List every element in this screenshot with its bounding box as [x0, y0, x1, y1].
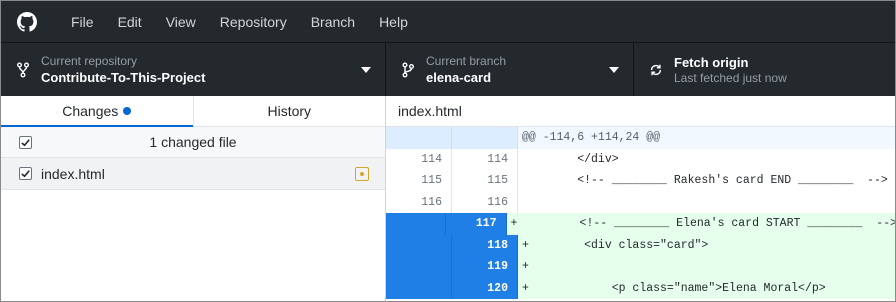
checkmark-icon	[21, 138, 30, 146]
file-include-checkbox[interactable]	[19, 167, 32, 180]
checkmark-icon	[21, 170, 30, 178]
diff-line-code	[518, 192, 895, 214]
tab-history[interactable]: History	[192, 96, 386, 126]
sidebar-tabs: Changes History	[1, 96, 385, 127]
diff-line-code: </div>	[522, 152, 619, 166]
fetch-origin-button[interactable]: Fetch origin Last fetched just now	[634, 43, 895, 97]
changes-header: 1 changed file	[1, 127, 385, 158]
changed-files-summary: 1 changed file	[149, 134, 237, 150]
added-line-text: <!-- ________ Elena's card START _______…	[517, 217, 896, 230]
diff-hunk-header: @@ -114,6 +114,24 @@	[386, 127, 895, 149]
sync-icon	[648, 62, 664, 78]
menu-edit[interactable]: Edit	[106, 1, 154, 42]
menu-bar: File Edit View Repository Branch Help	[1, 1, 895, 42]
fetch-origin-label: Fetch origin	[674, 55, 749, 70]
diff-line-code: + <div class="card">	[518, 234, 895, 256]
new-line-number: 120	[452, 277, 518, 299]
menu-file[interactable]: File	[59, 1, 106, 42]
current-branch-button[interactable]: Current branch elena-card	[386, 43, 634, 97]
new-line-number: 115	[452, 170, 518, 192]
diff-line[interactable]: 116 116	[386, 191, 895, 214]
old-line-number	[386, 127, 452, 149]
old-line-number: 115	[386, 170, 452, 192]
changes-sidebar: Changes History 1 changed file index.htm…	[1, 96, 386, 301]
diff-added-line[interactable]: 118 + <div class="card">	[386, 234, 895, 256]
current-repository-button[interactable]: Current repository Contribute-To-This-Pr…	[1, 43, 386, 97]
diff-file-header: index.html	[386, 96, 895, 127]
fetch-text: Fetch origin Last fetched just now	[674, 54, 787, 86]
current-repository-label: Current repository	[41, 54, 138, 68]
toolbar: Current repository Contribute-To-This-Pr…	[1, 42, 895, 97]
old-line-number	[386, 213, 447, 235]
diff-added-line[interactable]: 117 + <!-- ________ Elena's card START _…	[386, 213, 896, 235]
repo-text: Current repository Contribute-To-This-Pr…	[41, 54, 205, 86]
repo-dropdown-caret-icon	[361, 67, 371, 73]
select-all-checkbox[interactable]	[19, 135, 32, 149]
menu-branch[interactable]: Branch	[299, 1, 367, 42]
added-line-text: <p class="name">Elena Moral</p>	[528, 281, 826, 295]
tab-changes[interactable]: Changes	[1, 96, 193, 127]
tab-changes-label: Changes	[62, 103, 119, 119]
menu-help[interactable]: Help	[367, 1, 420, 42]
new-line-number: 118	[452, 234, 518, 256]
new-line-number	[452, 127, 518, 149]
changed-file-name: index.html	[41, 165, 105, 182]
current-branch-name: elena-card	[426, 70, 492, 85]
branch-icon	[400, 62, 416, 78]
tab-history-label: History	[267, 103, 312, 119]
current-repository-name: Contribute-To-This-Project	[41, 70, 206, 85]
new-line-number: 116	[452, 191, 518, 213]
diff-added-line[interactable]: 119 +	[386, 256, 895, 278]
file-modified-icon	[355, 167, 369, 181]
added-line-marker: +	[522, 281, 529, 295]
new-line-number: 114	[452, 148, 518, 170]
added-line-marker: +	[522, 238, 529, 252]
old-line-number: 114	[386, 148, 452, 170]
added-line-text: <div class="card">	[528, 238, 709, 252]
old-line-number	[386, 277, 452, 299]
diff-line[interactable]: 115 115 <!-- ________ Rakesh's card END …	[386, 170, 895, 192]
menu-view[interactable]: View	[154, 1, 208, 42]
new-line-number: 119	[452, 256, 518, 278]
new-line-number: 117	[446, 213, 507, 235]
diff-added-line[interactable]: 120 + <p class="name">Elena Moral</p>	[386, 277, 895, 299]
last-fetched-status: Last fetched just now	[674, 71, 787, 85]
old-line-number: 116	[386, 191, 452, 213]
hunk-header-text: @@ -114,6 +114,24 @@	[518, 127, 895, 149]
branch-text: Current branch elena-card	[426, 54, 506, 86]
changed-file-row[interactable]: index.html	[1, 158, 385, 190]
app-window: File Edit View Repository Branch Help Cu…	[0, 0, 896, 302]
menu-repository[interactable]: Repository	[208, 1, 299, 42]
old-line-number	[386, 256, 452, 278]
changes-indicator-dot-icon	[123, 107, 132, 115]
added-line-marker: +	[522, 260, 529, 273]
current-branch-label: Current branch	[426, 54, 507, 68]
diff-line-code: + <p class="name">Elena Moral</p>	[518, 277, 895, 299]
diff-view: index.html @@ -114,6 +114,24 @@ 114 114 …	[386, 96, 896, 301]
diff-line-code: + <!-- ________ Elena's card START _____…	[506, 213, 896, 235]
diff-line-code: <!-- ________ Rakesh's card END ________…	[522, 174, 888, 187]
diff-line-code: +	[518, 256, 895, 278]
github-logo-icon	[17, 11, 37, 32]
old-line-number	[386, 234, 452, 256]
repo-icon	[15, 62, 31, 78]
branch-dropdown-caret-icon	[609, 67, 619, 73]
diff-line[interactable]: 114 114 </div>	[386, 148, 895, 170]
